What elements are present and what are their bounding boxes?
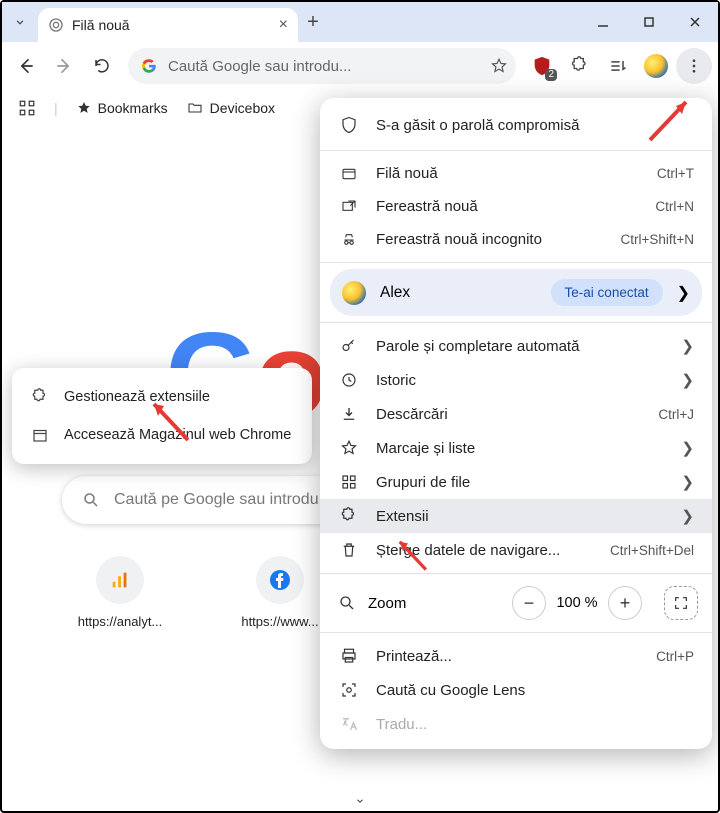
forward-button[interactable] [46,48,82,84]
grid-icon [338,473,360,491]
menu-item-label: Accesează Magazinul web Chrome [64,427,291,443]
incognito-icon [338,232,360,248]
translate-icon [338,715,360,733]
menu-item-label: Gestionează extensiile [64,389,210,405]
fullscreen-icon [673,595,689,611]
profile-avatar-icon [342,281,366,305]
adblock-extension-button[interactable]: 2 [524,48,560,84]
extensions-submenu: Gestionează extensiile Accesează Magazin… [12,368,312,464]
shortcut-label: https://analyt... [78,614,163,629]
media-icon [608,56,628,76]
profile-status-pill: Te-ai conectat [551,279,663,306]
printer-icon [338,647,360,665]
bookmark-label: Bookmarks [98,100,168,116]
passwords-item[interactable]: Parole și completare automată ❯ [320,329,712,363]
bookmark-item-devicebox[interactable]: Devicebox [186,100,275,116]
bookmarks-item[interactable]: Marcaje și liste ❯ [320,431,712,465]
shortcut-tile[interactable]: https://analyt... [55,556,185,629]
window-minimize-button[interactable] [580,2,626,42]
newwindow-icon [338,199,360,215]
puzzle-icon [338,507,360,525]
star-filled-icon [76,100,92,116]
profile-chevron-button[interactable] [2,2,38,42]
profile-menu-item[interactable]: Alex Te-ai conectat ❯ [330,269,702,316]
bookmark-item-bookmarks[interactable]: Bookmarks [76,100,168,116]
profile-name: Alex [380,284,537,302]
lens-item[interactable]: Caută cu Google Lens [320,673,712,707]
new-tab-button[interactable]: + [298,2,328,42]
menu-item-label: S-a găsit o parolă compromisă [376,117,694,134]
arrow-left-icon [16,56,36,76]
puzzle-icon [570,56,590,76]
zoom-in-button[interactable]: + [608,586,642,620]
chrome-main-menu: S-a găsit o parolă compromisă Filă nouă … [320,98,712,749]
zoom-value: 100 % [550,595,604,611]
chevron-down-icon [13,15,27,29]
browser-tab[interactable]: Filă nouă × [38,8,298,42]
star-icon[interactable] [490,57,508,75]
back-button[interactable] [8,48,44,84]
minimize-icon [596,15,610,29]
search-icon [82,491,100,509]
shield-outline-icon [338,116,360,134]
translate-item: Tradu... [320,707,712,741]
chrome-icon [48,17,64,33]
new-window-item[interactable]: Fereastră nouă Ctrl+N [320,190,712,223]
clear-data-item[interactable]: Șterge datele de navigare... Ctrl+Shift+… [320,533,712,567]
close-icon [688,15,702,29]
reload-button[interactable] [84,48,120,84]
browser-toolbar: Caută Google sau introdu... 2 [2,42,718,90]
profile-button[interactable] [638,48,674,84]
bookmark-label: Devicebox [210,100,275,116]
profile-avatar-icon [644,54,668,78]
chrome-menu-button[interactable] [676,48,712,84]
key-icon [338,337,360,355]
window-close-button[interactable] [672,2,718,42]
incognito-item[interactable]: Fereastră nouă incognito Ctrl+Shift+N [320,223,712,256]
chevron-right-icon: ❯ [677,283,690,303]
folder-icon [186,100,204,116]
zoom-icon [338,594,356,612]
zoom-out-button[interactable]: − [512,586,546,620]
manage-extensions-item[interactable]: Gestionează extensiile [12,378,312,416]
shortcut-icon [96,556,144,604]
reload-icon [93,57,111,75]
shortcut-icon [256,556,304,604]
tab-title: Filă nouă [72,17,271,33]
print-item[interactable]: Printează... Ctrl+P [320,639,712,673]
arrow-right-icon [54,56,74,76]
zoom-item: Zoom − 100 % + [320,580,712,626]
media-control-button[interactable] [600,48,636,84]
kebab-icon [685,57,703,75]
google-g-icon [140,57,158,75]
download-icon [338,405,360,423]
window-maximize-button[interactable] [626,2,672,42]
footer-chevron[interactable] [2,791,718,811]
chevron-down-icon [353,796,367,806]
chrome-webstore-item[interactable]: Accesează Magazinul web Chrome [12,416,312,454]
lens-icon [338,681,360,699]
puzzle-icon [30,388,50,406]
omnibox[interactable]: Caută Google sau introdu... [128,48,516,84]
downloads-item[interactable]: Descărcări Ctrl+J [320,397,712,431]
newtab-icon [338,166,360,182]
history-item[interactable]: Istoric ❯ [320,363,712,397]
shortcut-label: https://www... [241,614,318,629]
fullscreen-button[interactable] [664,586,698,620]
extensions-button[interactable] [562,48,598,84]
omnibox-placeholder: Caută Google sau introdu... [168,58,480,75]
tab-close-button[interactable]: × [279,16,288,34]
extensions-item[interactable]: Extensii ❯ [320,499,712,533]
tabgroups-item[interactable]: Grupuri de file ❯ [320,465,712,499]
webstore-icon [30,426,50,444]
apps-grid-icon[interactable] [18,99,36,117]
window-titlebar: Filă nouă × + [2,2,718,42]
extension-badge: 2 [545,69,557,81]
compromised-password-item[interactable]: S-a găsit o parolă compromisă [320,106,712,144]
trash-icon [338,541,360,559]
star-outline-icon [338,439,360,457]
new-tab-item[interactable]: Filă nouă Ctrl+T [320,157,712,190]
maximize-icon [642,15,656,29]
history-icon [338,371,360,389]
